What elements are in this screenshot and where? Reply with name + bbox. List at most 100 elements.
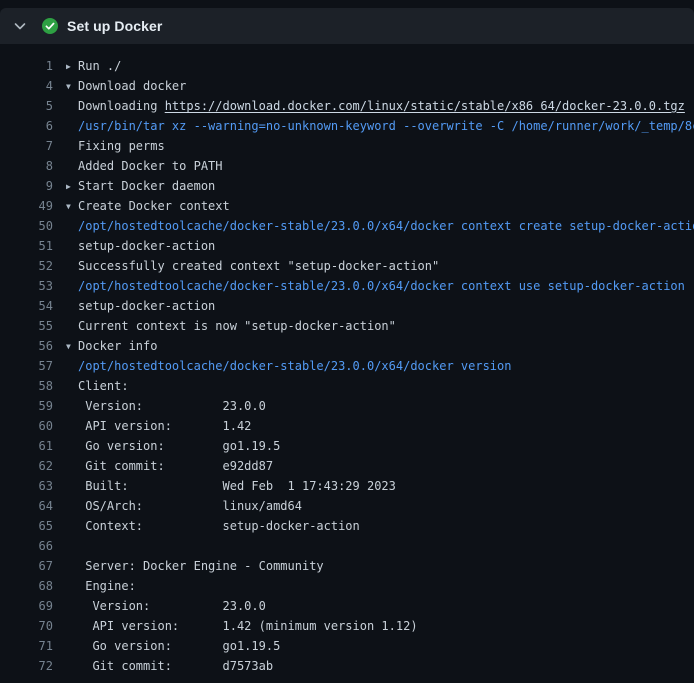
log-text: Go version: go1.19.5 (66, 636, 280, 656)
group-expanded-icon[interactable]: ▼ (66, 337, 78, 357)
log-text: OS/Arch: linux/amd64 (66, 496, 302, 516)
line-number[interactable]: 64 (0, 496, 53, 516)
log-line: 52 Successfully created context "setup-do… (0, 256, 694, 276)
line-number[interactable]: 6 (0, 116, 53, 136)
line-number[interactable]: 72 (0, 656, 53, 676)
log-group-header[interactable]: ▶Start Docker daemon (66, 176, 215, 196)
log-segment-text: Client: (78, 379, 129, 393)
log-segment-text: Go version: go1.19.5 (78, 639, 280, 653)
log-group-header[interactable]: ▶Run ./ (66, 56, 121, 76)
log-segment-text: Server: Docker Engine - Community (78, 559, 324, 573)
log-segment-text: Current context is now "setup-docker-act… (78, 319, 396, 333)
log-text: API version: 1.42 (minimum version 1.12) (66, 616, 418, 636)
log-text: /opt/hostedtoolcache/docker-stable/23.0.… (66, 216, 694, 236)
line-number[interactable]: 1 (0, 56, 53, 76)
log-segment-text: Run ./ (78, 59, 121, 73)
log-line: 63 Built: Wed Feb 1 17:43:29 2023 (0, 476, 694, 496)
line-number[interactable]: 67 (0, 556, 53, 576)
log-segment-text: Go version: go1.19.5 (78, 439, 280, 453)
log-segment-text: Version: 23.0.0 (78, 599, 266, 613)
log-line: 54 setup-docker-action (0, 296, 694, 316)
line-number[interactable]: 5 (0, 96, 53, 116)
line-number[interactable]: 71 (0, 636, 53, 656)
log-text: Version: 23.0.0 (66, 596, 266, 616)
log-line: 58 Client: (0, 376, 694, 396)
log-line: 67 Server: Docker Engine - Community (0, 556, 694, 576)
line-number[interactable]: 59 (0, 396, 53, 416)
line-number[interactable]: 7 (0, 136, 53, 156)
log-text: Engine: (66, 576, 136, 596)
log-segment-text: Git commit: e92dd87 (78, 459, 273, 473)
line-number[interactable]: 70 (0, 616, 53, 636)
log-segment-text: Successfully created context "setup-dock… (78, 259, 439, 273)
line-number[interactable]: 49 (0, 196, 53, 216)
log-segment-text: Added Docker to PATH (78, 159, 223, 173)
line-number[interactable]: 50 (0, 216, 53, 236)
log-line: 57/opt/hostedtoolcache/docker-stable/23.… (0, 356, 694, 376)
group-expanded-icon[interactable]: ▼ (66, 77, 78, 97)
step-header[interactable]: Set up Docker (0, 8, 694, 44)
line-number[interactable]: 56 (0, 336, 53, 356)
log-text: Added Docker to PATH (66, 156, 223, 176)
line-number[interactable]: 61 (0, 436, 53, 456)
line-number[interactable]: 58 (0, 376, 53, 396)
log-line: 71 Go version: go1.19.5 (0, 636, 694, 656)
log-segment-text: API version: 1.42 (78, 419, 251, 433)
line-number[interactable]: 52 (0, 256, 53, 276)
log-text: Client: (66, 376, 129, 396)
log-group-header[interactable]: ▼Download docker (66, 76, 186, 96)
line-number[interactable]: 8 (0, 156, 53, 176)
log-text: Go version: go1.19.5 (66, 436, 280, 456)
line-number[interactable]: 54 (0, 296, 53, 316)
log-line: 50/opt/hostedtoolcache/docker-stable/23.… (0, 216, 694, 236)
log-segment-link[interactable]: https://download.docker.com/linux/static… (165, 99, 685, 113)
log-text: Server: Docker Engine - Community (66, 556, 324, 576)
log-segment-text: Fixing perms (78, 139, 165, 153)
log-group-header[interactable]: ▼Create Docker context (66, 196, 230, 216)
log-text: Current context is now "setup-docker-act… (66, 316, 396, 336)
log-container: 1▶Run ./4▼Download docker5Downloading ht… (0, 44, 694, 676)
actions-log-viewer: Set up Docker 1▶Run ./4▼Download docker5… (0, 0, 694, 683)
line-number[interactable]: 68 (0, 576, 53, 596)
line-number[interactable]: 62 (0, 456, 53, 476)
line-number[interactable]: 63 (0, 476, 53, 496)
log-text: API version: 1.42 (66, 416, 251, 436)
log-line: 7 Fixing perms (0, 136, 694, 156)
line-number[interactable]: 65 (0, 516, 53, 536)
log-text: Git commit: e92dd87 (66, 456, 273, 476)
chevron-down-icon[interactable] (12, 18, 28, 34)
line-number[interactable]: 66 (0, 536, 53, 556)
log-text: Built: Wed Feb 1 17:43:29 2023 (66, 476, 396, 496)
group-collapsed-icon[interactable]: ▶ (66, 177, 78, 197)
log-line: 68 Engine: (0, 576, 694, 596)
line-number[interactable]: 55 (0, 316, 53, 336)
check-circle-icon (42, 18, 58, 34)
log-segment-command: /opt/hostedtoolcache/docker-stable/23.0.… (78, 359, 511, 373)
line-number[interactable]: 57 (0, 356, 53, 376)
log-segment-text: OS/Arch: linux/amd64 (78, 499, 302, 513)
log-segment-text: setup-docker-action (78, 299, 215, 313)
log-text: Successfully created context "setup-dock… (66, 256, 439, 276)
log-segment-text: Version: 23.0.0 (78, 399, 266, 413)
group-expanded-icon[interactable]: ▼ (66, 197, 78, 217)
line-number[interactable]: 69 (0, 596, 53, 616)
log-group-header[interactable]: ▼Docker info (66, 336, 157, 356)
log-line: 65 Context: setup-docker-action (0, 516, 694, 536)
log-line: 5Downloading https://download.docker.com… (0, 96, 694, 116)
log-line: 1 ▶Run ./ (0, 56, 694, 76)
log-text: /opt/hostedtoolcache/docker-stable/23.0.… (66, 356, 511, 376)
group-collapsed-icon[interactable]: ▶ (66, 57, 78, 77)
log-line: 70 API version: 1.42 (minimum version 1.… (0, 616, 694, 636)
log-line: 64 OS/Arch: linux/amd64 (0, 496, 694, 516)
line-number[interactable]: 60 (0, 416, 53, 436)
log-text: Version: 23.0.0 (66, 396, 266, 416)
log-segment-text: API version: 1.42 (minimum version 1.12) (78, 619, 418, 633)
log-text: Context: setup-docker-action (66, 516, 360, 536)
line-number[interactable]: 4 (0, 76, 53, 96)
line-number[interactable]: 51 (0, 236, 53, 256)
log-line: 60 API version: 1.42 (0, 416, 694, 436)
line-number[interactable]: 9 (0, 176, 53, 196)
log-segment-command: /opt/hostedtoolcache/docker-stable/23.0.… (78, 219, 694, 233)
log-line: 8 Added Docker to PATH (0, 156, 694, 176)
line-number[interactable]: 53 (0, 276, 53, 296)
